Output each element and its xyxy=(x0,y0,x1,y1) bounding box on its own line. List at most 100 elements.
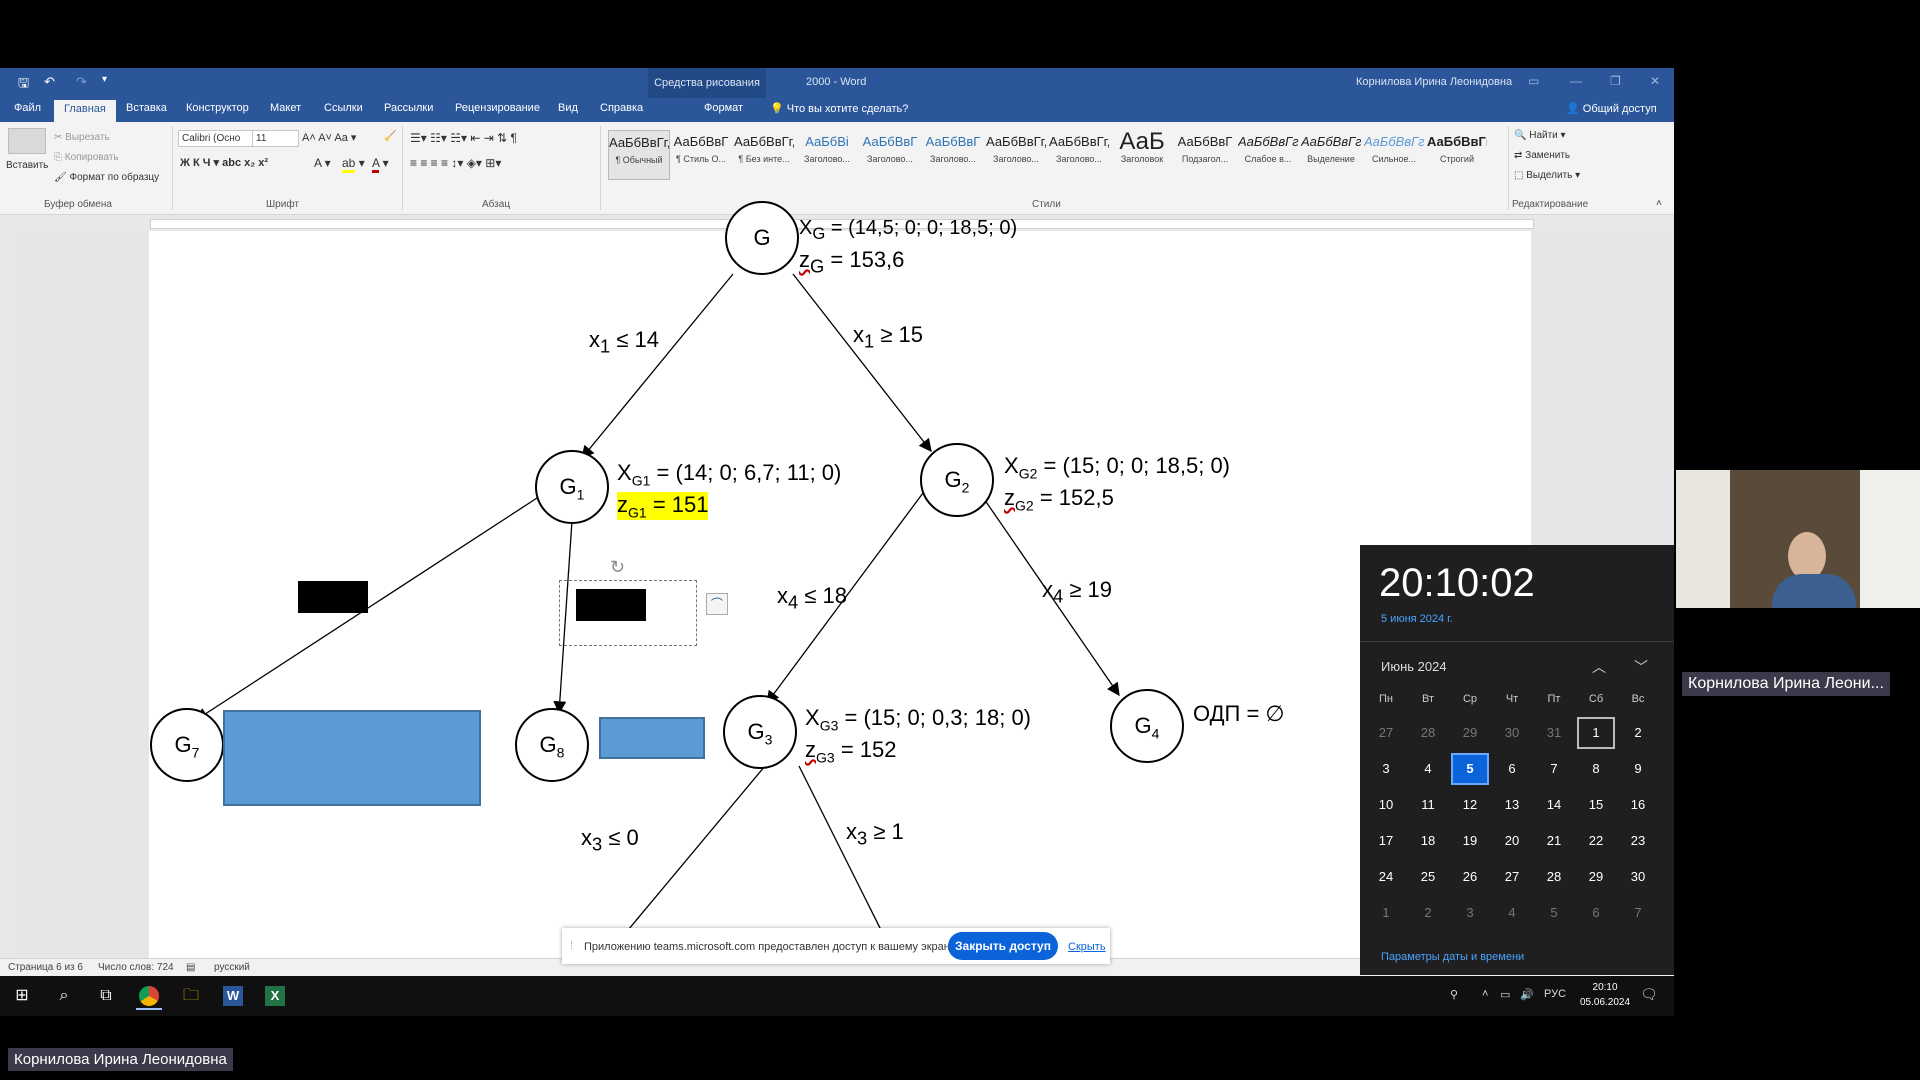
file-explorer-icon[interactable]: 🗀 xyxy=(178,984,204,1008)
rotate-handle-icon[interactable]: ↻ xyxy=(610,557,625,578)
tab-format[interactable]: Формат xyxy=(704,102,743,114)
find-button[interactable]: 🔍 Найти ▾ xyxy=(1514,130,1566,141)
blue-rect-large[interactable] xyxy=(223,710,481,806)
text-effects-icon[interactable]: A ▾ xyxy=(314,156,331,170)
calendar-day[interactable]: 27 xyxy=(1367,717,1405,749)
restore-icon[interactable]: ❐ xyxy=(1610,74,1621,88)
font-size-buttons[interactable]: A˄ A˅ Aa ▾ xyxy=(302,131,356,144)
calendar-day[interactable]: 24 xyxy=(1367,861,1405,893)
vertical-ruler[interactable] xyxy=(0,231,14,966)
calendar-day[interactable]: 4 xyxy=(1493,897,1531,929)
word-app-icon[interactable]: W xyxy=(220,984,246,1008)
calendar-day[interactable]: 1 xyxy=(1577,717,1615,749)
style-item[interactable]: АаБбВвГг, ¶ Обычный xyxy=(608,130,670,180)
close-icon[interactable]: ✕ xyxy=(1650,74,1660,88)
clear-format-icon[interactable]: 🧹 xyxy=(384,131,396,142)
calendar-month[interactable]: Июнь 2024 xyxy=(1381,659,1447,674)
node-g[interactable]: G xyxy=(725,201,799,275)
layout-options-icon[interactable]: ⌒ xyxy=(706,593,728,615)
account-name[interactable]: Корнилова Ирина Леонидовна xyxy=(1356,76,1512,88)
calendar-day[interactable]: 13 xyxy=(1493,789,1531,821)
calendar-day[interactable]: 2 xyxy=(1409,897,1447,929)
network-icon[interactable]: ▭ xyxy=(1500,988,1510,1001)
notifications-icon[interactable]: 🗨 xyxy=(1640,986,1658,1003)
taskbar-clock[interactable]: 20:10 05.06.2024 xyxy=(1580,980,1630,1010)
calendar-day[interactable]: 29 xyxy=(1577,861,1615,893)
node-g3[interactable]: G3 xyxy=(723,695,797,769)
tab-insert[interactable]: Вставка xyxy=(126,102,167,114)
input-language[interactable]: РУС xyxy=(1544,988,1566,1000)
node-g2[interactable]: G2 xyxy=(920,443,994,517)
font-color-icon[interactable]: A ▾ xyxy=(372,156,389,173)
calendar-day[interactable]: 7 xyxy=(1619,897,1657,929)
cut-button[interactable]: ✂ Вырезать xyxy=(54,132,110,143)
node-g4[interactable]: G4 xyxy=(1110,689,1184,763)
calendar-day[interactable]: 15 xyxy=(1577,789,1615,821)
style-item[interactable]: АаБбВвГг, Заголово... xyxy=(986,130,1046,178)
tab-layout[interactable]: Макет xyxy=(270,102,301,114)
font-style-buttons[interactable]: Ж К Ч ▾ abc x₂ x² xyxy=(180,156,268,169)
calendar-day[interactable]: 29 xyxy=(1451,717,1489,749)
clock-date[interactable]: 5 июня 2024 г. xyxy=(1381,613,1453,625)
people-icon[interactable]: ⚲ xyxy=(1450,988,1458,1001)
list-buttons[interactable]: ☰▾ ☷▾ ☵▾ ⇤ ⇥ ⇅ ¶ xyxy=(410,131,517,145)
calendar-day[interactable]: 20 xyxy=(1493,825,1531,857)
calendar-day[interactable]: 28 xyxy=(1535,861,1573,893)
selected-shape[interactable] xyxy=(559,580,697,646)
hide-share-bar-link[interactable]: Скрыть xyxy=(1068,941,1106,953)
clipboard-icon[interactable] xyxy=(8,128,46,154)
calendar-day[interactable]: 1 xyxy=(1367,897,1405,929)
chevron-down-icon[interactable]: ﹀ xyxy=(1634,657,1648,677)
style-item[interactable]: АаБбВвГ Подзагол... xyxy=(1175,130,1235,178)
style-item[interactable]: АаБбВвГг, ¶ Без инте... xyxy=(734,130,794,178)
calendar-day[interactable]: 5 xyxy=(1535,897,1573,929)
calendar-day[interactable]: 4 xyxy=(1409,753,1447,785)
calendar-day[interactable]: 19 xyxy=(1451,825,1489,857)
style-item[interactable]: АаБбВвГ Заголово... xyxy=(923,130,983,178)
calendar-day[interactable]: 6 xyxy=(1493,753,1531,785)
customize-qat-icon[interactable]: ▾ xyxy=(102,74,107,85)
document-page[interactable]: G XG = (14,5; 0; 0; 18,5; 0) zG = 153,6 … xyxy=(149,201,1531,966)
style-item[interactable]: АаБ Заголовок xyxy=(1112,130,1172,178)
tab-references[interactable]: Ссылки xyxy=(324,102,363,114)
tab-home[interactable]: Главная xyxy=(54,100,116,122)
search-icon[interactable]: ⌕ xyxy=(52,984,76,1008)
calendar-day[interactable]: 3 xyxy=(1451,897,1489,929)
proofing-icon[interactable]: ▤ xyxy=(186,962,195,973)
windows-start-icon[interactable]: ⊞ xyxy=(10,984,34,1008)
node-g1[interactable]: G1 xyxy=(535,450,609,524)
calendar-day[interactable]: 26 xyxy=(1451,861,1489,893)
calendar-day[interactable]: 16 xyxy=(1619,789,1657,821)
highlight-color-icon[interactable]: ab ▾ xyxy=(342,156,365,173)
calendar-day[interactable]: 12 xyxy=(1451,789,1489,821)
style-item[interactable]: АаБбВвГг Выделение xyxy=(1301,130,1361,178)
tell-me-search[interactable]: 💡 Что вы хотите сделать? xyxy=(770,102,908,115)
save-icon[interactable]: 🖫 xyxy=(18,74,29,96)
redo-icon[interactable]: ↷ xyxy=(76,74,87,90)
calendar-day[interactable]: 22 xyxy=(1577,825,1615,857)
drag-handle-icon[interactable]: ⁞ xyxy=(570,940,573,952)
calendar-day[interactable]: 23 xyxy=(1619,825,1657,857)
style-item[interactable]: АаБбВвГг Сильное... xyxy=(1364,130,1424,178)
calendar-day[interactable]: 27 xyxy=(1493,861,1531,893)
language[interactable]: русский xyxy=(214,962,250,973)
collapse-ribbon-icon[interactable]: ˄ xyxy=(1656,198,1662,209)
calendar-day[interactable]: 3 xyxy=(1367,753,1405,785)
calendar-day[interactable]: 17 xyxy=(1367,825,1405,857)
calendar-day[interactable]: 31 xyxy=(1535,717,1573,749)
calendar-day[interactable]: 9 xyxy=(1619,753,1657,785)
stop-sharing-button[interactable]: Закрыть доступ xyxy=(948,932,1058,960)
select-button[interactable]: ⬚ Выделить ▾ xyxy=(1514,170,1580,181)
tab-review[interactable]: Рецензирование xyxy=(455,102,540,114)
style-item[interactable]: АаБбВвГ ¶ Стиль О... xyxy=(671,130,731,178)
date-time-settings-link[interactable]: Параметры даты и времени xyxy=(1381,951,1524,963)
calendar-day[interactable]: 6 xyxy=(1577,897,1615,929)
ribbon-display-icon[interactable]: ▭ xyxy=(1528,74,1539,88)
style-item[interactable]: АаБбВвГг Слабое в... xyxy=(1238,130,1298,178)
font-size-select[interactable]: 11 xyxy=(252,130,299,147)
format-painter-button[interactable]: 🖌 Формат по образцу xyxy=(54,172,159,183)
style-item[interactable]: АаБбВвГг, Строгий xyxy=(1427,130,1487,178)
tab-view[interactable]: Вид xyxy=(558,102,578,114)
blue-rect-small[interactable] xyxy=(599,717,705,759)
style-item[interactable]: АаБбВі Заголово... xyxy=(797,130,857,178)
